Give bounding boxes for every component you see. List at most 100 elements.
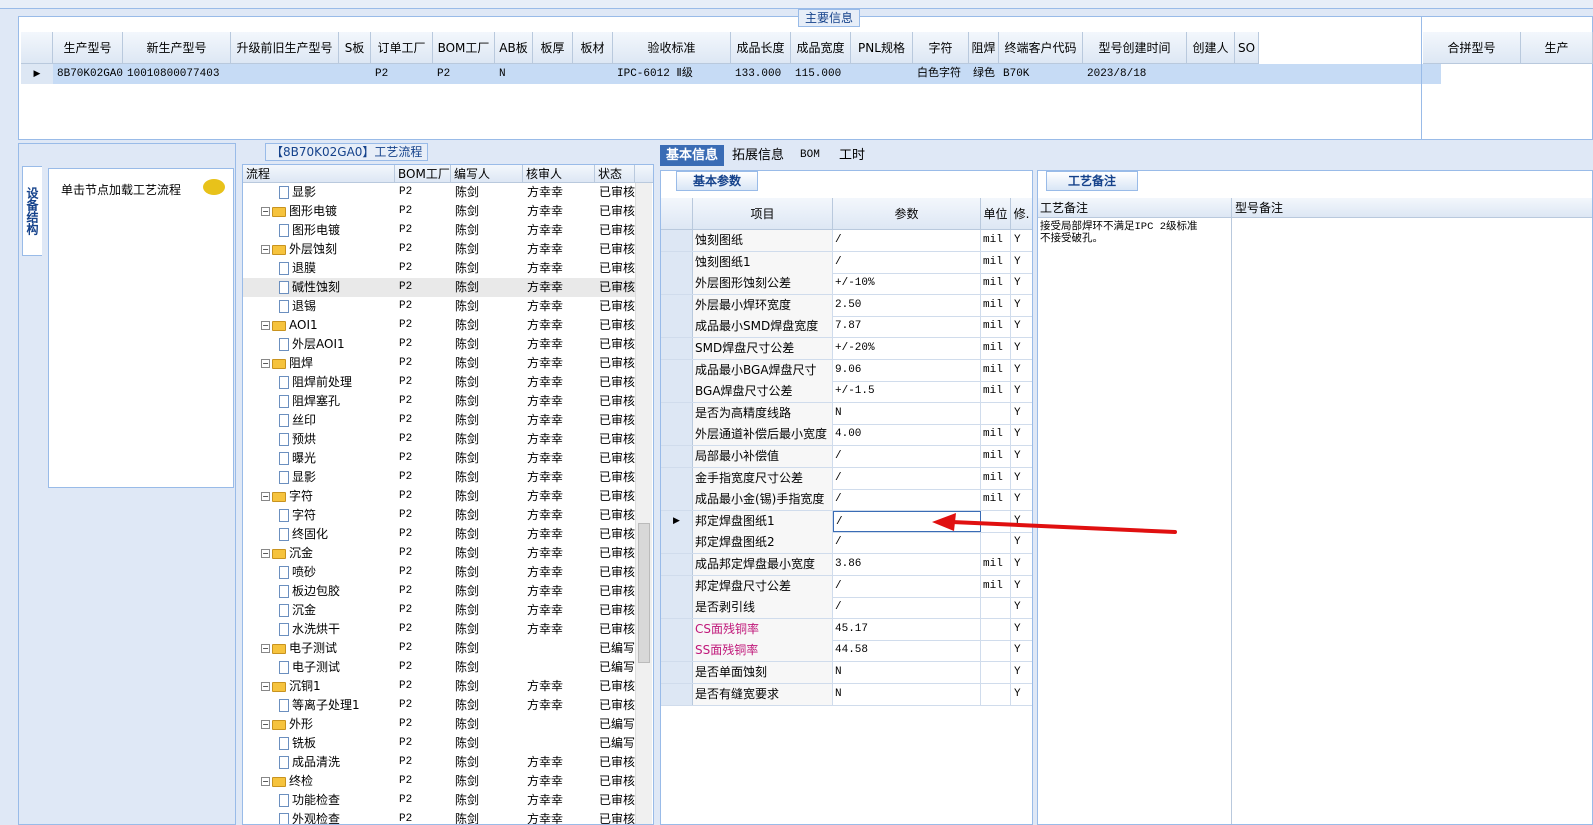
params-rows[interactable]: 蚀刻图纸 / mil Y 蚀刻图纸1/mil Y 外层图形蚀刻公差 +/-10% mil Y 外层最…: [661, 230, 1032, 730]
cell-10[interactable]: 133.000: [731, 64, 791, 84]
param-value[interactable]: 45.17: [833, 618, 981, 640]
cell-8[interactable]: [573, 64, 613, 84]
param-row[interactable]: 是否为高精度线路 N Y: [661, 402, 1032, 425]
tree-row[interactable]: 显影 P2 陈剑 方幸幸 已审核: [243, 468, 635, 487]
param-value[interactable]: N: [833, 402, 981, 424]
row-indicator[interactable]: [661, 446, 693, 467]
param-row[interactable]: 外层图形蚀刻公差 +/-10% mil Y: [661, 273, 1032, 296]
cell-2[interactable]: [231, 64, 339, 84]
tree-row[interactable]: 喷砂 P2 陈剑 方幸幸 已审核: [243, 563, 635, 582]
tree-node-label[interactable]: 图形电镀: [243, 221, 395, 240]
param-value[interactable]: /: [833, 597, 981, 619]
row-indicator[interactable]: [661, 575, 693, 597]
row-indicator[interactable]: [661, 683, 693, 705]
tree-node-label[interactable]: 退膜: [243, 259, 395, 278]
tree-body[interactable]: 显影 P2 陈剑 方幸幸 已审核 − 图形电镀 P2 陈剑 方幸幸 已审核 图形电镀 P2 陈剑 方幸幸 已审…: [243, 183, 635, 824]
cell-7[interactable]: [533, 64, 573, 84]
cell-4[interactable]: P2: [371, 64, 433, 84]
tree-row[interactable]: 碱性蚀刻 P2 陈剑 方幸幸 已审核: [243, 278, 635, 297]
row-indicator[interactable]: [661, 251, 693, 273]
cell-5[interactable]: P2: [433, 64, 495, 84]
row-indicator[interactable]: [661, 597, 693, 619]
tree-row[interactable]: 阻焊前处理 P2 陈剑 方幸幸 已审核: [243, 373, 635, 392]
tree-row[interactable]: − 外形 P2 陈剑 已编写: [243, 715, 635, 734]
tree-node-label[interactable]: 电子测试: [243, 658, 395, 677]
row-indicator[interactable]: [661, 467, 693, 489]
tree-node-label[interactable]: 外层AOI1: [243, 335, 395, 354]
collapse-icon[interactable]: −: [261, 549, 270, 558]
tree-node-label[interactable]: − 终检: [243, 772, 395, 791]
param-row[interactable]: 蚀刻图纸 / mil Y: [661, 230, 1032, 252]
tree-row[interactable]: − 沉铜1 P2 陈剑 方幸幸 已审核: [243, 677, 635, 696]
row-indicator[interactable]: [661, 532, 693, 554]
cell-16[interactable]: 2023/8/18: [1083, 64, 1187, 84]
tab-work-hours[interactable]: 工时: [833, 145, 871, 166]
tree-node-label[interactable]: 外观检查: [243, 810, 395, 824]
param-value[interactable]: /: [833, 230, 981, 251]
tree-row[interactable]: − 字符 P2 陈剑 方幸幸 已审核: [243, 487, 635, 506]
process-notes-tab[interactable]: 工艺备注: [1046, 171, 1138, 191]
tree-row[interactable]: − 图形电镀 P2 陈剑 方幸幸 已审核: [243, 202, 635, 221]
param-row[interactable]: CS面残铜率 45.17 Y: [661, 618, 1032, 641]
tree-node-label[interactable]: 水洗烘干: [243, 620, 395, 639]
cell-17[interactable]: [1187, 64, 1235, 84]
tree-node-label[interactable]: 丝印: [243, 411, 395, 430]
tree-row[interactable]: 终固化 P2 陈剑 方幸幸 已审核: [243, 525, 635, 544]
param-row[interactable]: BGA焊盘尺寸公差 +/-1.5 mil Y: [661, 381, 1032, 404]
tree-node-label[interactable]: 显影: [243, 468, 395, 487]
cell-3[interactable]: [339, 64, 371, 84]
tree-row[interactable]: 外观检查 P2 陈剑 方幸幸 已审核: [243, 810, 635, 824]
tree-row[interactable]: 铣板 P2 陈剑 已编写: [243, 734, 635, 753]
tree-node-label[interactable]: − 字符: [243, 487, 395, 506]
row-indicator[interactable]: [661, 338, 693, 359]
cell-9[interactable]: IPC-6012 Ⅱ级: [613, 64, 731, 84]
tree-node-label[interactable]: 曝光: [243, 449, 395, 468]
collapse-icon[interactable]: −: [261, 321, 270, 330]
process-notes-text[interactable]: 接受局部焊环不满足IPC 2级标准 不接受破孔。: [1040, 221, 1216, 245]
collapse-icon[interactable]: −: [261, 359, 270, 368]
tree-row[interactable]: 字符 P2 陈剑 方幸幸 已审核: [243, 506, 635, 525]
tree-row[interactable]: 预烘 P2 陈剑 方幸幸 已审核: [243, 430, 635, 449]
collapse-icon[interactable]: −: [261, 245, 270, 254]
tree-row[interactable]: − 阻焊 P2 陈剑 方幸幸 已审核: [243, 354, 635, 373]
collapse-icon[interactable]: −: [261, 207, 270, 216]
row-indicator[interactable]: [661, 316, 693, 338]
tree-row[interactable]: 图形电镀 P2 陈剑 方幸幸 已审核: [243, 221, 635, 240]
collapse-icon[interactable]: −: [261, 682, 270, 691]
tree-node-label[interactable]: 预烘: [243, 430, 395, 449]
param-value[interactable]: /: [833, 489, 981, 511]
param-value[interactable]: /: [833, 446, 981, 467]
param-value[interactable]: +/-20%: [833, 338, 981, 359]
param-value[interactable]: /: [833, 251, 981, 273]
tree-row[interactable]: 等离子处理1 P2 陈剑 方幸幸 已审核: [243, 696, 635, 715]
param-value[interactable]: 7.87: [833, 316, 981, 338]
cell-1[interactable]: 10010800077403: [123, 64, 231, 84]
equipment-structure-tab[interactable]: 设备结构: [22, 166, 42, 256]
tree-node-label[interactable]: 退锡: [243, 297, 395, 316]
row-indicator[interactable]: [661, 230, 693, 251]
tree-row[interactable]: 阻焊塞孔 P2 陈剑 方幸幸 已审核: [243, 392, 635, 411]
tree-row[interactable]: 丝印 P2 陈剑 方幸幸 已审核: [243, 411, 635, 430]
tree-row[interactable]: 显影 P2 陈剑 方幸幸 已审核: [243, 183, 635, 202]
tree-row[interactable]: − 终检 P2 陈剑 方幸幸 已审核: [243, 772, 635, 791]
tree-node-label[interactable]: 碱性蚀刻: [243, 278, 395, 297]
tree-node-label[interactable]: 成品清洗: [243, 753, 395, 772]
tree-node-label[interactable]: 喷砂: [243, 563, 395, 582]
tree-row[interactable]: 退锡 P2 陈剑 方幸幸 已审核: [243, 297, 635, 316]
tree-node-label[interactable]: − 图形电镀: [243, 202, 395, 221]
param-row[interactable]: 成品最小SMD焊盘宽度 7.87 mil Y: [661, 316, 1032, 339]
collapse-icon[interactable]: −: [261, 644, 270, 653]
tab-basic-info[interactable]: 基本信息: [660, 145, 725, 166]
param-value[interactable]: N: [833, 683, 981, 705]
param-value[interactable]: /: [833, 575, 981, 597]
tree-row[interactable]: − AOI1 P2 陈剑 方幸幸 已审核: [243, 316, 635, 335]
tree-row[interactable]: − 电子测试 P2 陈剑 已编写: [243, 639, 635, 658]
param-value[interactable]: +/-1.5: [833, 381, 981, 403]
tree-row[interactable]: 电子测试 P2 陈剑 已编写: [243, 658, 635, 677]
collapse-icon[interactable]: −: [261, 777, 270, 786]
tree-row[interactable]: 板边包胶 P2 陈剑 方幸幸 已审核: [243, 582, 635, 601]
param-value[interactable]: 3.86: [833, 554, 981, 575]
tree-node-label[interactable]: − 沉金: [243, 544, 395, 563]
tree-node-label[interactable]: 铣板: [243, 734, 395, 753]
param-value[interactable]: 9.06: [833, 359, 981, 381]
